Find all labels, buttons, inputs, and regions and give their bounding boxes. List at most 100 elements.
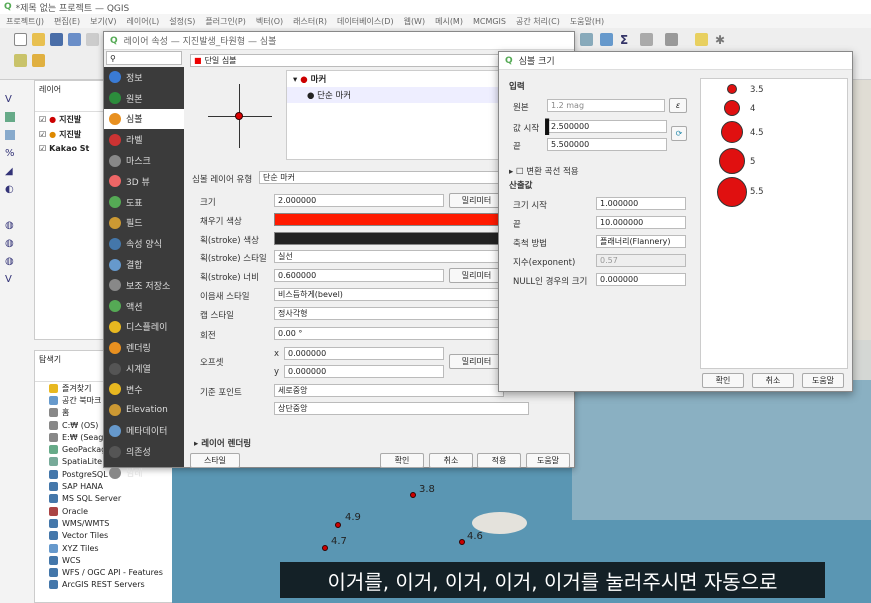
- ok-button[interactable]: 확인: [702, 373, 744, 388]
- annotation-icon[interactable]: [695, 33, 708, 46]
- sidebar-item[interactable]: 변수: [104, 379, 184, 400]
- browser-item[interactable]: ArcGIS REST Servers: [35, 579, 173, 591]
- edit-pencil-icon[interactable]: [32, 54, 45, 67]
- add-spatialite-icon[interactable]: ◢: [5, 166, 21, 180]
- menu-item[interactable]: 도움말(H): [570, 16, 604, 27]
- print-layout-icon[interactable]: [86, 33, 99, 46]
- anchor-vertical-select[interactable]: 세로중앙: [274, 384, 504, 397]
- apply-button[interactable]: 적용: [477, 453, 521, 468]
- sidebar-item[interactable]: 도표: [104, 192, 184, 213]
- tree-item-marker[interactable]: ▾ ● 마커: [287, 71, 499, 87]
- menu-item[interactable]: 레이어(L): [127, 16, 160, 27]
- sidebar-item[interactable]: 시계열: [104, 358, 184, 379]
- search-input[interactable]: ⚲: [106, 51, 182, 65]
- sidebar-item[interactable]: 의존성: [104, 441, 184, 462]
- add-wfs-icon[interactable]: ◍: [5, 238, 21, 252]
- menu-item[interactable]: MCMGIS: [473, 17, 506, 26]
- ok-button[interactable]: 확인: [380, 453, 424, 468]
- sidebar-item[interactable]: 라벨: [104, 129, 184, 150]
- sidebar-item[interactable]: 정보: [104, 67, 184, 88]
- style-button[interactable]: 스타일: [190, 453, 240, 468]
- add-mesh-icon[interactable]: [5, 130, 15, 140]
- sidebar-item[interactable]: 속성 양식: [104, 233, 184, 254]
- offset-y-input[interactable]: 0.000000: [284, 365, 444, 378]
- menu-item[interactable]: 설정(S): [169, 16, 195, 27]
- sidebar-item[interactable]: 범례: [104, 462, 184, 483]
- layer-rendering-toggle[interactable]: ▸ 레이어 렌더링: [194, 437, 251, 449]
- menu-item[interactable]: 메시(M): [435, 16, 463, 27]
- sidebar-item[interactable]: 보조 저장소: [104, 275, 184, 296]
- browser-item[interactable]: WMS/WMTS: [35, 517, 173, 529]
- add-vector-icon[interactable]: V: [5, 94, 21, 108]
- cancel-button[interactable]: 취소: [752, 373, 794, 388]
- table-icon[interactable]: [580, 33, 593, 46]
- join-style-select[interactable]: 비스듬하게(bevel): [274, 288, 504, 301]
- size-to-input[interactable]: 10.000000: [596, 216, 686, 229]
- size-input[interactable]: 2.000000: [274, 194, 444, 207]
- sidebar-item[interactable]: 원본: [104, 88, 184, 109]
- map-point[interactable]: [410, 492, 416, 498]
- menu-item[interactable]: 프로젝트(J): [6, 16, 44, 27]
- sum-icon[interactable]: Σ: [620, 33, 633, 47]
- add-wms-icon[interactable]: ◍: [5, 220, 21, 234]
- sidebar-item[interactable]: 심볼: [104, 108, 184, 130]
- map-point[interactable]: [459, 539, 465, 545]
- menu-item[interactable]: 공간 처리(C): [516, 16, 560, 27]
- transform-curve-checkbox[interactable]: ▸ ☐ 변환 곡선 적용: [509, 165, 579, 177]
- digitize-icon[interactable]: [14, 54, 27, 67]
- browser-item[interactable]: Oracle: [35, 505, 173, 517]
- source-select[interactable]: 1.2 mag: [547, 99, 665, 112]
- scale-method-select[interactable]: 플래너리(Flannery): [596, 235, 686, 248]
- size-unit-select[interactable]: 밀리미터: [449, 193, 504, 208]
- settings-icon[interactable]: ✱: [715, 33, 728, 47]
- ruler-icon[interactable]: [665, 33, 678, 46]
- stroke-unit-select[interactable]: 밀리미터: [449, 268, 504, 283]
- measure-icon[interactable]: [640, 33, 653, 46]
- offset-x-input[interactable]: 0.000000: [284, 347, 444, 360]
- new-project-icon[interactable]: [14, 33, 27, 46]
- browser-item[interactable]: Vector Tiles: [35, 530, 173, 542]
- exponent-input[interactable]: 0.57: [596, 254, 686, 267]
- checkbox-icon[interactable]: ☑: [39, 115, 46, 124]
- help-button[interactable]: 도움말: [526, 453, 570, 468]
- map-point[interactable]: [322, 545, 328, 551]
- menu-item[interactable]: 웹(W): [404, 16, 426, 27]
- help-button[interactable]: 도움말: [802, 373, 844, 388]
- stroke-color-button[interactable]: [274, 232, 504, 245]
- save-project-icon[interactable]: [50, 33, 63, 46]
- value-to-input[interactable]: 5.500000: [547, 138, 667, 151]
- size-from-input[interactable]: 1.000000: [596, 197, 686, 210]
- null-size-input[interactable]: 0.000000: [596, 273, 686, 286]
- identify-icon[interactable]: [600, 33, 613, 46]
- cap-style-select[interactable]: 정사각형: [274, 307, 504, 320]
- menu-item[interactable]: 편집(E): [54, 16, 80, 27]
- map-point[interactable]: [335, 522, 341, 528]
- sidebar-item[interactable]: 3D 뷰: [104, 171, 184, 192]
- offset-unit-select[interactable]: 밀리미터: [449, 354, 504, 369]
- menu-item[interactable]: 래스터(R): [293, 16, 327, 27]
- add-postgis-icon[interactable]: ◐: [5, 184, 21, 198]
- checkbox-icon[interactable]: ☑: [39, 144, 46, 153]
- menu-item[interactable]: 보기(V): [90, 16, 116, 27]
- checkbox-icon[interactable]: ☑: [39, 130, 46, 139]
- anchor-horizontal-select[interactable]: 상단중앙: [274, 402, 529, 415]
- refresh-button[interactable]: ⟳: [671, 126, 687, 141]
- browser-item[interactable]: WFS / OGC API - Features: [35, 566, 173, 578]
- browser-item[interactable]: XYZ Tiles: [35, 542, 173, 554]
- browser-item[interactable]: WCS: [35, 554, 173, 566]
- menu-item[interactable]: 플러그인(P): [205, 16, 246, 27]
- browser-item[interactable]: MS SQL Server: [35, 493, 173, 505]
- fill-color-button[interactable]: [274, 213, 504, 226]
- open-project-icon[interactable]: [32, 33, 45, 46]
- menu-item[interactable]: 데이터베이스(D): [337, 16, 394, 27]
- sidebar-item[interactable]: 필드: [104, 213, 184, 234]
- sidebar-item[interactable]: 결합: [104, 254, 184, 275]
- sidebar-item[interactable]: 렌더링: [104, 337, 184, 358]
- add-delimited-icon[interactable]: %: [5, 148, 21, 162]
- value-from-input[interactable]: 2.500000: [547, 120, 667, 133]
- add-wcs-icon[interactable]: ◍: [5, 256, 21, 270]
- sidebar-item[interactable]: 디스플레이: [104, 317, 184, 338]
- symbol-layer-type-select[interactable]: 단순 마커: [259, 171, 501, 184]
- rotation-input[interactable]: 0.00 °: [274, 327, 504, 340]
- add-raster-icon[interactable]: [5, 112, 15, 122]
